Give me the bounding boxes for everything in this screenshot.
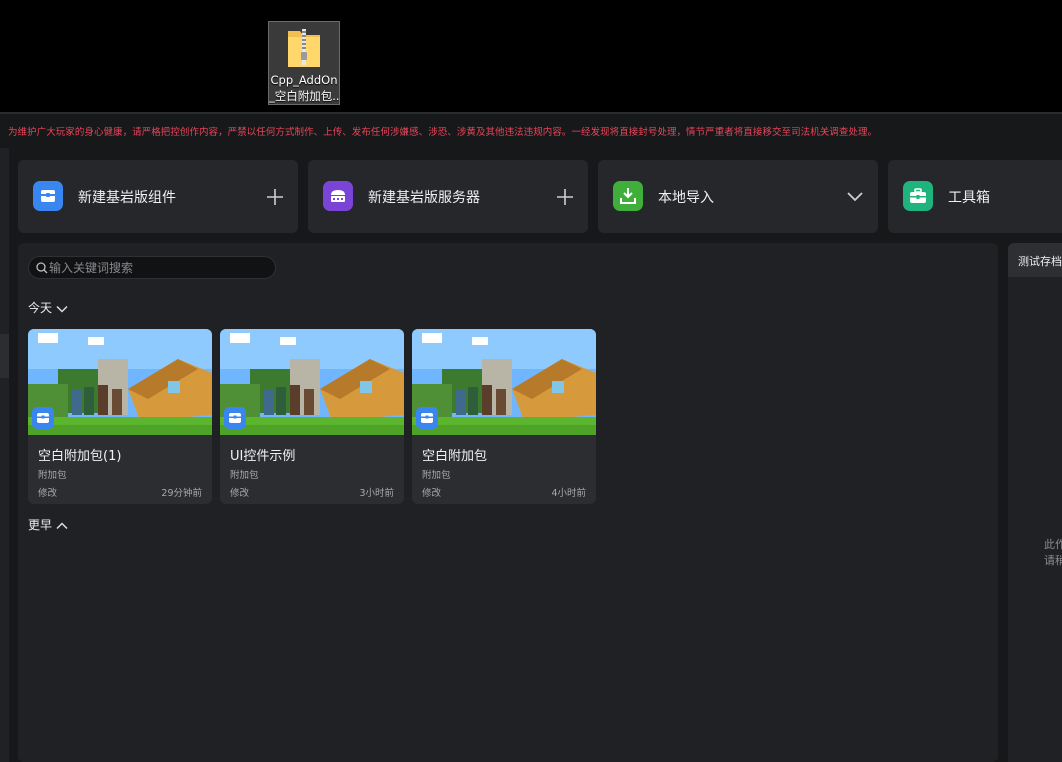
- project-thumbnail: [412, 329, 596, 435]
- group-today-toggle[interactable]: 今天: [28, 299, 68, 316]
- tab-test-save-label: 测试存档: [1018, 255, 1062, 268]
- project-card[interactable]: UI控件示例 附加包 修改 3小时前: [220, 329, 404, 504]
- projects-panel: 今天: [18, 243, 998, 762]
- project-thumbnail: [220, 329, 404, 435]
- group-earlier-label: 更早: [28, 518, 53, 532]
- project-thumbnail: [28, 329, 212, 435]
- plus-icon[interactable]: [266, 188, 284, 206]
- search-input[interactable]: [49, 259, 269, 276]
- project-modified-label: 修改: [230, 488, 250, 499]
- project-type: 附加包: [422, 470, 451, 481]
- zip-folder-icon: [288, 29, 320, 67]
- desktop: Cpp_AddOn _空白附加包...: [0, 0, 1062, 112]
- chevron-up-icon: [56, 521, 68, 529]
- local-import-card[interactable]: 本地导入: [598, 160, 878, 233]
- empty-state-line1: 此作: [1044, 538, 1062, 551]
- left-rail: [0, 148, 9, 762]
- empty-state-line2: 请稍: [1044, 554, 1062, 567]
- addon-badge-icon: [416, 407, 438, 429]
- project-modified-time: 29分钟前: [161, 488, 202, 499]
- project-modified-label: 修改: [422, 488, 442, 499]
- project-card[interactable]: 空白附加包(1) 附加包 修改 29分钟前: [28, 329, 212, 504]
- new-bedrock-server-label: 新建基岩版服务器: [368, 190, 480, 206]
- addon-badge-icon: [32, 407, 54, 429]
- tab-test-save[interactable]: 测试存档: [1008, 243, 1062, 277]
- project-title: 空白附加包: [422, 449, 488, 464]
- download-icon: [613, 181, 643, 211]
- content-warning: 为维护广大玩家的身心健康，请严格把控创作内容，严禁以任何方式制作、上传、发布任何…: [8, 127, 878, 138]
- group-today-label: 今天: [28, 301, 53, 315]
- file-name-line2: _空白附加包...: [269, 89, 339, 103]
- server-chest-icon: [323, 181, 353, 211]
- chevron-down-icon[interactable]: [846, 188, 864, 206]
- plus-icon[interactable]: [556, 188, 574, 206]
- toolbox-icon: [903, 181, 933, 211]
- project-type: 附加包: [38, 470, 67, 481]
- addon-box-icon: [33, 181, 63, 211]
- project-modified-label: 修改: [38, 488, 58, 499]
- new-bedrock-server-card[interactable]: 新建基岩版服务器: [308, 160, 588, 233]
- desktop-file-icon[interactable]: Cpp_AddOn _空白附加包...: [268, 21, 340, 105]
- new-bedrock-addon-label: 新建基岩版组件: [78, 190, 176, 206]
- toolbox-label: 工具箱: [948, 190, 990, 206]
- project-card[interactable]: 空白附加包 附加包 修改 4小时前: [412, 329, 596, 504]
- left-rail-handle[interactable]: [0, 334, 9, 378]
- desktop-file-label: Cpp_AddOn _空白附加包...: [269, 72, 339, 104]
- file-name-line1: Cpp_AddOn: [270, 73, 338, 87]
- project-modified-time: 4小时前: [551, 488, 586, 499]
- search-icon: [36, 262, 48, 274]
- window-top-border: [0, 112, 1062, 114]
- toolbox-card[interactable]: 工具箱: [888, 160, 1062, 233]
- project-title: UI控件示例: [230, 449, 296, 464]
- project-modified-time: 3小时前: [359, 488, 394, 499]
- app-window: 为维护广大玩家的身心健康，请严格把控创作内容，严禁以任何方式制作、上传、发布任何…: [0, 112, 1062, 762]
- test-save-panel: 测试存档 此作 请稍: [1008, 243, 1062, 762]
- search-box[interactable]: [28, 256, 276, 279]
- project-title: 空白附加包(1): [38, 449, 122, 464]
- group-earlier-toggle[interactable]: 更早: [28, 516, 68, 533]
- project-type: 附加包: [230, 470, 259, 481]
- local-import-label: 本地导入: [658, 190, 714, 206]
- chevron-down-icon: [56, 305, 68, 313]
- new-bedrock-addon-card[interactable]: 新建基岩版组件: [18, 160, 298, 233]
- addon-badge-icon: [224, 407, 246, 429]
